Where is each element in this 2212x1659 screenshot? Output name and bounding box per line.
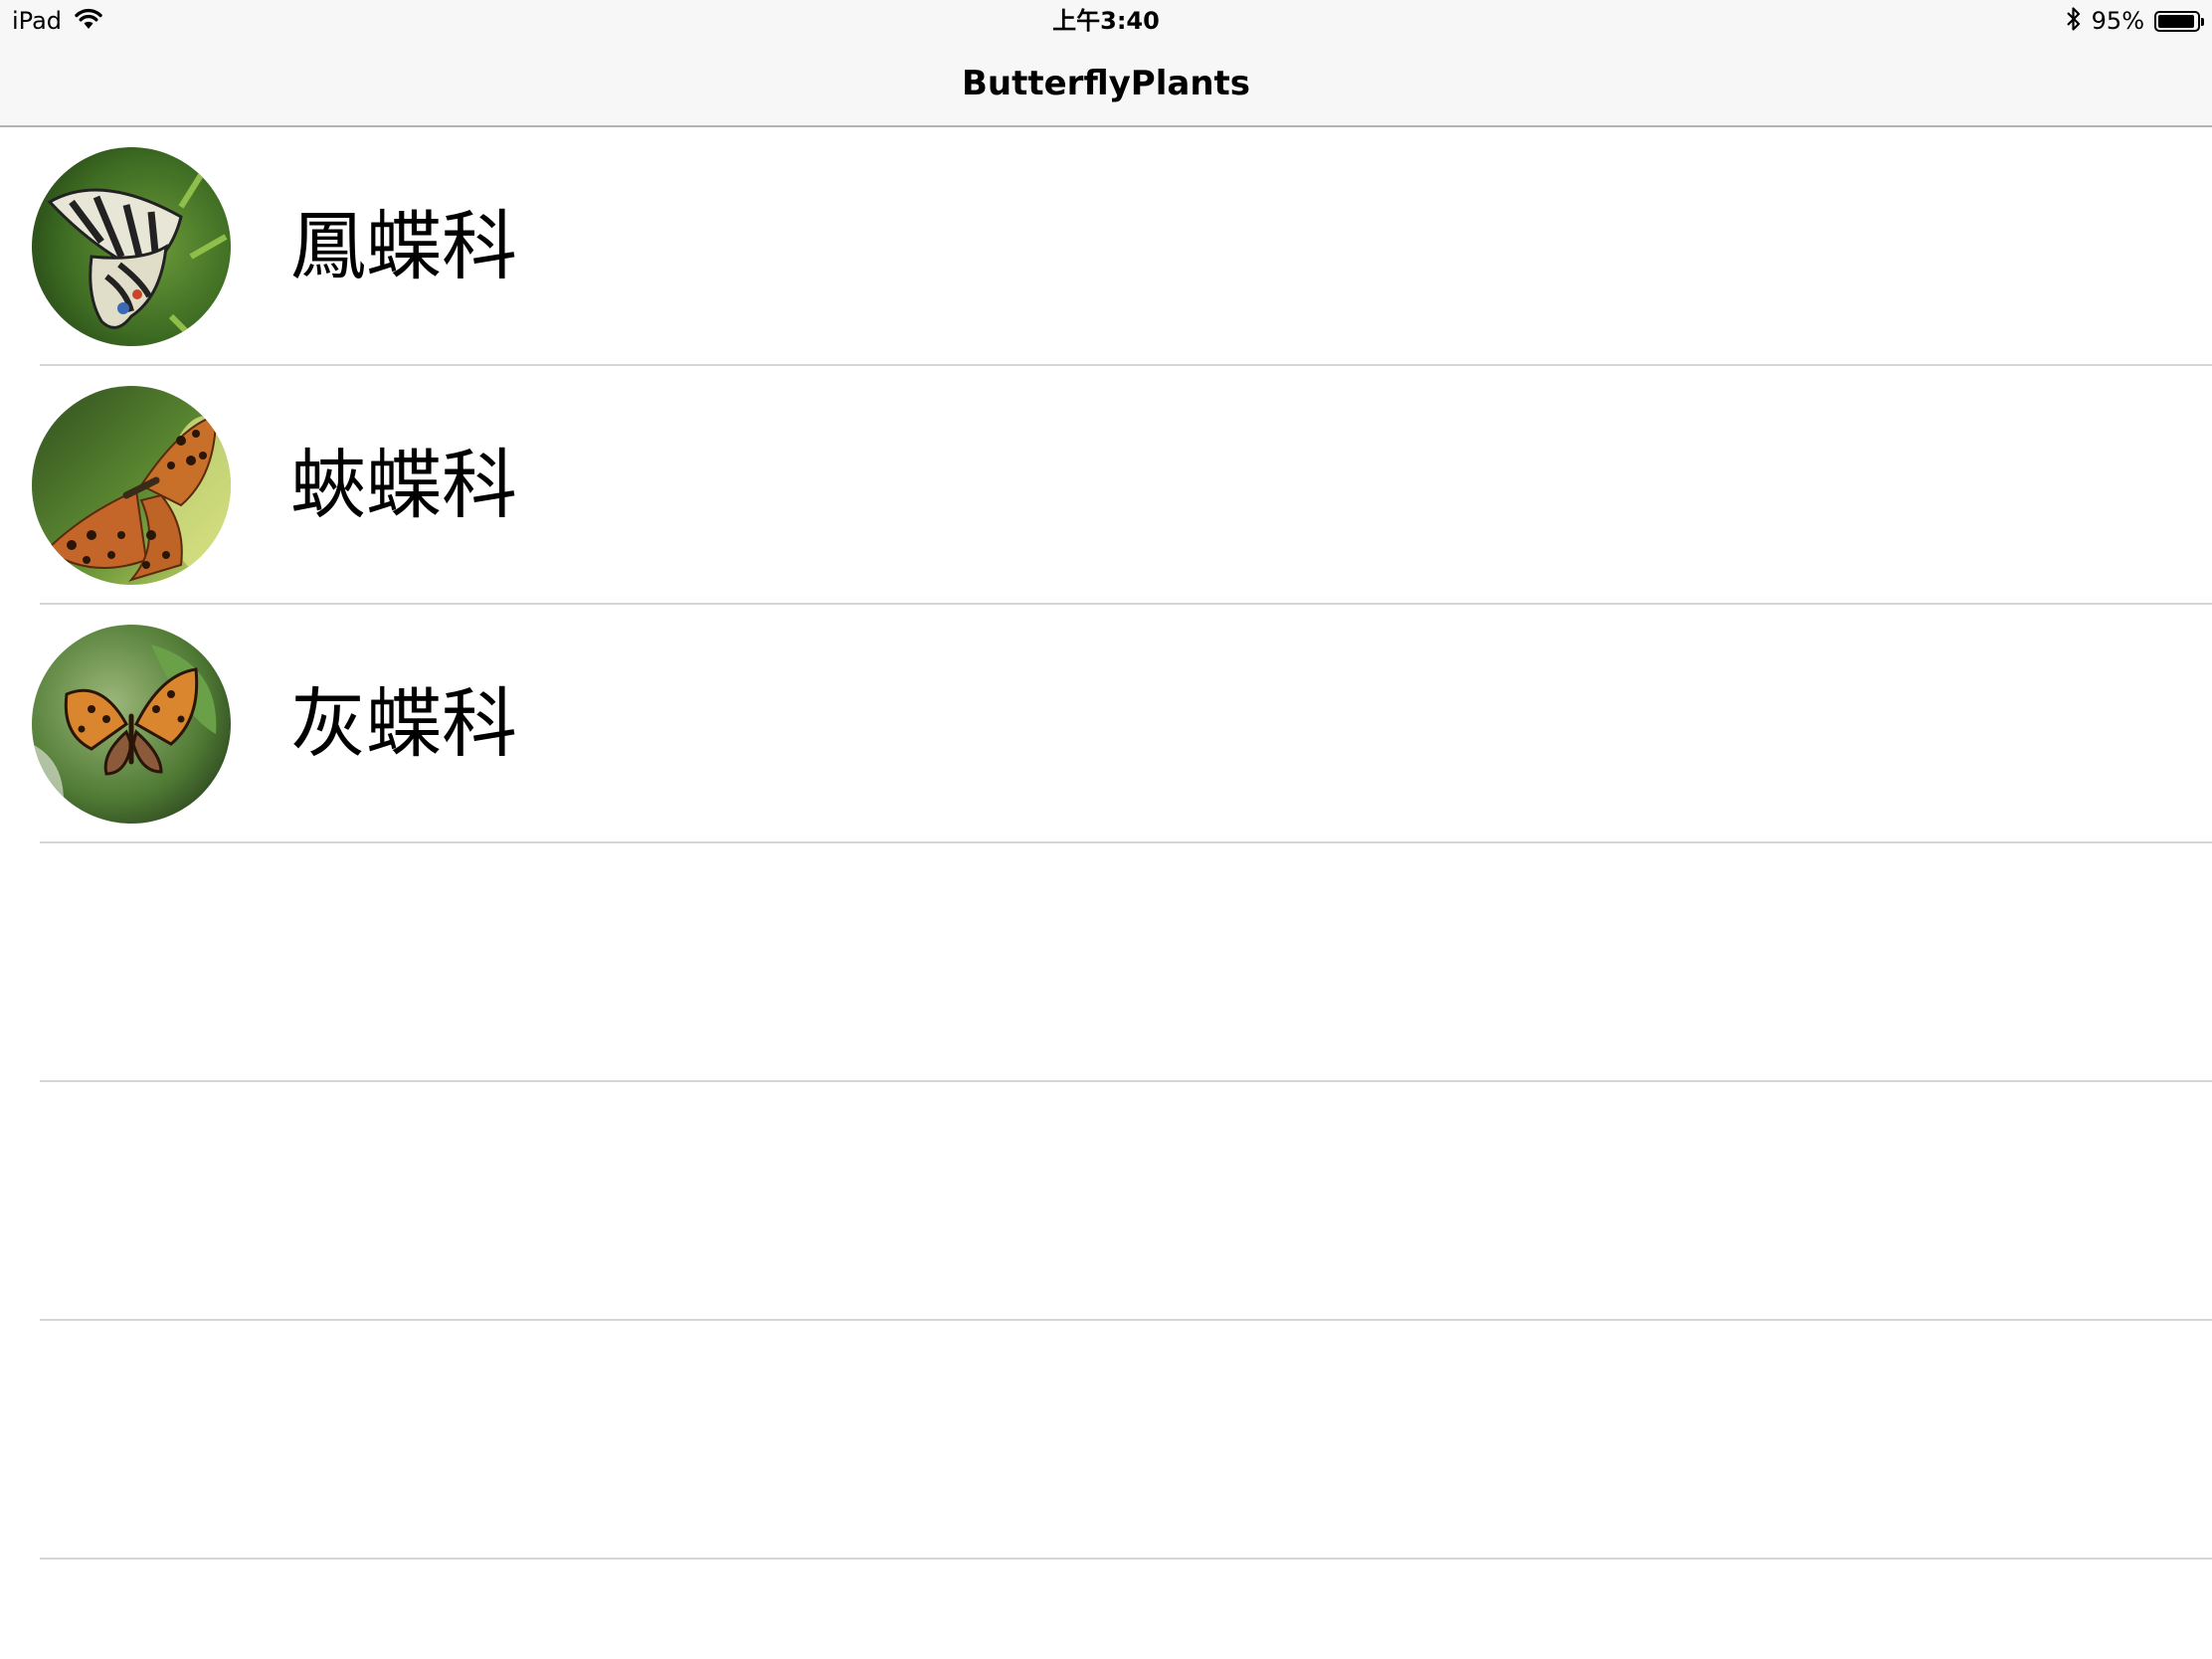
swallowtail-butterfly-thumbnail	[32, 147, 231, 346]
table-row-papilionidae[interactable]: 鳳蝶科	[0, 127, 2212, 366]
row-separator	[40, 1558, 2212, 1560]
copper-butterfly-thumbnail	[32, 625, 231, 824]
battery-icon	[2154, 10, 2204, 32]
family-label-nymphalidae: 蛺蝶科	[290, 441, 517, 529]
empty-row	[0, 1082, 2212, 1321]
fritillary-butterfly-thumbnail	[32, 386, 231, 585]
table-row-nymphalidae[interactable]: 蛺蝶科	[0, 366, 2212, 605]
page-title: ButterflyPlants	[961, 64, 1251, 103]
table-row-lycaenidae[interactable]: 灰蝶科	[0, 605, 2212, 843]
family-label-papilionidae: 鳳蝶科	[290, 202, 517, 290]
family-label-lycaenidae: 灰蝶科	[290, 679, 517, 768]
battery-percentage: 95%	[2091, 7, 2144, 35]
battery-level-fill	[2158, 14, 2195, 28]
status-bar-right: 95%	[2066, 4, 2204, 38]
status-time: 上午3:40	[1052, 7, 1160, 35]
bluetooth-icon	[2066, 6, 2082, 36]
app-screen: iPad 上午3:40 95% ButterflyPlants 鳳蝶科 蛺蝶科 …	[0, 0, 2212, 1659]
navigation-bar: iPad 上午3:40 95% ButterflyPlants	[0, 0, 2212, 127]
empty-row	[0, 843, 2212, 1082]
battery-cap	[2201, 17, 2204, 26]
empty-row	[0, 1321, 2212, 1560]
family-table: 鳳蝶科 蛺蝶科 灰蝶科	[0, 127, 2212, 1560]
